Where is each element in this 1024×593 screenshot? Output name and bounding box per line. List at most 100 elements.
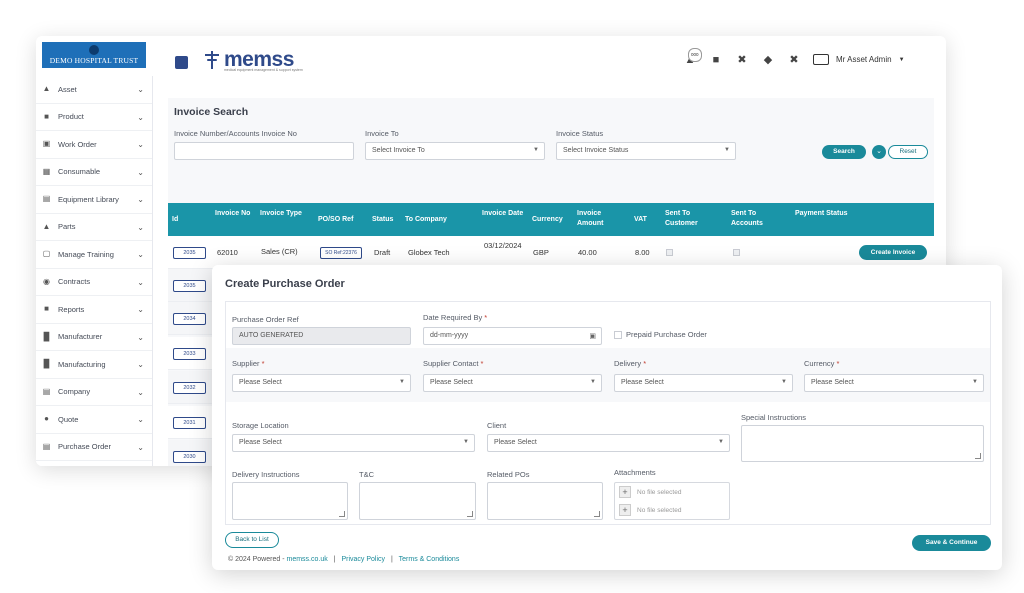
attachment-row[interactable]: + No file selected (615, 501, 729, 519)
invoice-to-value: Select Invoice To (372, 147, 425, 154)
invoice-id[interactable]: 2035 (173, 247, 206, 259)
sent-to-accounts-checkbox[interactable] (733, 249, 740, 256)
tc-label: T&C (359, 470, 374, 479)
column-header[interactable]: Payment Status (795, 209, 851, 219)
sidebar-item-label: Asset (58, 84, 77, 94)
user-menu[interactable]: Mr Asset Admin ▼ (813, 54, 905, 65)
related-pos-textarea[interactable] (487, 482, 603, 520)
invoice-id[interactable]: 2031 (173, 416, 206, 429)
sidebar-item-purchase-order[interactable]: ▤ Purchase Order ⌄ (36, 434, 152, 461)
back-to-list-button[interactable]: Back to List (225, 532, 279, 548)
sidebar-item-contracts[interactable]: ◉ Contracts ⌄ (36, 269, 152, 296)
bell-icon[interactable]: ▲000 (684, 48, 702, 66)
invoice-number-label: Invoice Number/Accounts Invoice No (174, 129, 297, 138)
sidebar-item-label: Manufacturer (58, 332, 103, 342)
invoice-table-header: Id Invoice No Invoice Type PO/SO Ref Status T… (168, 203, 934, 236)
sidebar-item-label: Reports (58, 304, 85, 314)
sidebar-item-work-order[interactable]: ▣ Work Order ⌄ (36, 131, 152, 159)
header-icons: ▲000 ■ ✖ ◆ ✖ (684, 48, 800, 68)
column-header[interactable]: Invoice Date (482, 209, 532, 219)
special-instructions-textarea[interactable] (741, 425, 984, 462)
site-link[interactable]: memss.co.uk (286, 556, 327, 563)
save-continue-button[interactable]: Save & Continue (912, 535, 991, 551)
terms-link[interactable]: Terms & Conditions (399, 556, 460, 563)
delivery-instructions-textarea[interactable] (232, 482, 348, 520)
purchase-order-icon: ▤ (42, 441, 51, 451)
tools-icon[interactable]: ✖ (736, 54, 748, 66)
search-button[interactable]: Search (822, 145, 866, 159)
invoice-id[interactable]: 2032 (173, 382, 206, 394)
chat-icon[interactable]: ■ (710, 54, 722, 66)
delivery-select[interactable]: Please Select ▼ (614, 374, 793, 392)
invoice-status-select[interactable]: Select Invoice Status ▼ (556, 142, 736, 160)
sidebar-item-label: Quote (58, 414, 79, 424)
sent-to-customer-checkbox[interactable] (666, 249, 673, 256)
column-header[interactable]: Invoice No (215, 209, 265, 219)
plus-icon[interactable]: + (619, 486, 631, 498)
invoice-status-value: Select Invoice Status (563, 147, 629, 154)
supplier-contact-select[interactable]: Please Select ▼ (423, 374, 602, 392)
sidebar-item-company[interactable]: ▤ Company ⌄ (36, 379, 152, 406)
prepaid-checkbox[interactable] (614, 331, 622, 339)
create-invoice-button[interactable]: Create Invoice (859, 245, 927, 260)
invoice-number-input[interactable] (174, 142, 354, 160)
invoice-id[interactable]: 2034 (173, 313, 206, 325)
reset-button[interactable]: Reset (888, 145, 928, 159)
supplier-select[interactable]: Please Select ▼ (232, 374, 411, 392)
chevron-down-icon: ⌄ (137, 140, 144, 149)
storage-location-select[interactable]: Please Select ▼ (232, 434, 475, 452)
column-header[interactable]: Currency (532, 215, 582, 225)
plus-icon[interactable]: + (619, 504, 631, 516)
chevron-down-icon: ⌄ (137, 222, 144, 232)
invoice-status: Draft (374, 248, 391, 257)
sidebar-item-manage-training[interactable]: ▢ Manage Training ⌄ (36, 241, 152, 269)
sidebar-item-consumable[interactable]: ▦ Consumable ⌄ (36, 159, 152, 186)
asset-icon: ▲ (42, 84, 51, 94)
attachment-row[interactable]: + No file selected (615, 483, 729, 501)
privacy-link[interactable]: Privacy Policy (341, 556, 385, 563)
column-header[interactable]: Sent To Accounts (731, 209, 787, 229)
sidebar-item-product[interactable]: ■ Product ⌄ (36, 104, 152, 131)
so-ref[interactable]: SO Ref:22376 (320, 247, 362, 259)
sidebar-item-label: Company (58, 387, 91, 397)
chevron-down-icon: ⌄ (137, 167, 144, 177)
column-header[interactable]: PO/SO Ref (318, 215, 368, 225)
sidebar-item-reports[interactable]: ■ Reports ⌄ (36, 296, 152, 324)
date-required-input[interactable]: dd-mm-yyyy ▣ (423, 327, 602, 345)
currency-select[interactable]: Please Select ▼ (804, 374, 984, 392)
to-company: Globex Tech (408, 248, 450, 257)
sidebar-item-manufacturing[interactable]: █ Manufacturing ⌄ (36, 351, 152, 379)
column-header[interactable]: Invoice Amount (577, 209, 627, 229)
sidebar-item-manufacturer[interactable]: █ Manufacturer ⌄ (36, 324, 152, 351)
shield-icon[interactable]: ◆ (762, 54, 774, 66)
prepaid-label: Prepaid Purchase Order (626, 330, 707, 339)
invoice-to-select[interactable]: Select Invoice To ▼ (365, 142, 545, 160)
crest-icon (89, 45, 99, 55)
expand-filters-icon[interactable]: ⌄ (872, 145, 886, 159)
chevron-down-icon: ▼ (724, 147, 730, 153)
sidebar-item-asset[interactable]: ▲ Asset ⌄ (36, 76, 152, 104)
vat: 8.00 (635, 248, 650, 257)
invoice-id[interactable]: 2030 (173, 451, 206, 463)
calendar-icon[interactable]: ▣ (589, 332, 596, 340)
menu-toggle-button[interactable] (175, 56, 188, 69)
sidebar-item-label: Manufacturing (58, 359, 106, 369)
sidebar-item-parts[interactable]: ▲ Parts ⌄ (36, 214, 152, 241)
invoice-id[interactable]: 2033 (173, 347, 206, 360)
column-header[interactable]: To Company (405, 215, 455, 225)
column-header[interactable]: Invoice Type (260, 209, 310, 219)
settings-icon[interactable]: ✖ (788, 54, 800, 66)
consumable-icon: ▦ (42, 166, 51, 176)
invoice-amount: 40.00 (578, 248, 597, 257)
chevron-down-icon: ⌄ (137, 85, 144, 94)
column-header[interactable]: Sent To Customer (665, 209, 721, 229)
tc-textarea[interactable] (359, 482, 476, 520)
sidebar-item-quote[interactable]: ● Quote ⌄ (36, 406, 152, 434)
sidebar-item-equipment-library[interactable]: ▤ Equipment Library ⌄ (36, 186, 152, 214)
purchase-order-window: Create Purchase Order Purchase Order Ref… (212, 265, 1002, 570)
client-select[interactable]: Please Select ▼ (487, 434, 730, 452)
invoice-date: 03/12/2024 (484, 241, 522, 250)
invoice-id[interactable]: 2035 (173, 280, 206, 292)
chevron-down-icon: ▼ (463, 439, 469, 445)
chevron-down-icon: ▼ (898, 56, 905, 63)
